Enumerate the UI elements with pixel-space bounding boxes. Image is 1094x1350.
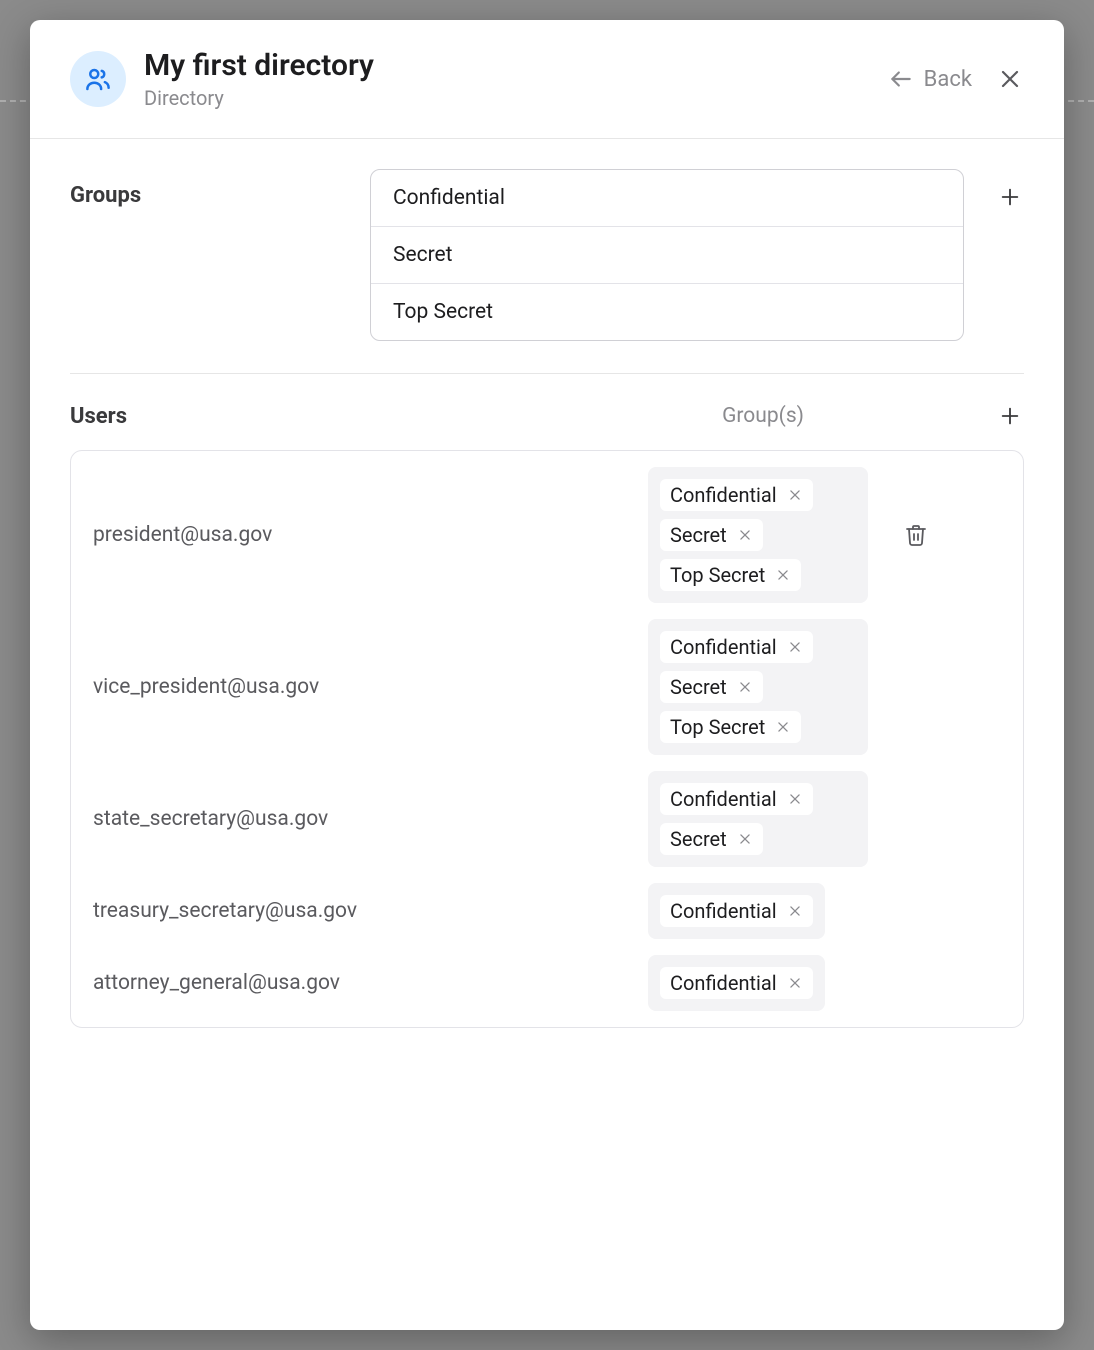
user-groups-panel[interactable]: Confidential Secret Top Secret [648, 619, 868, 755]
close-icon [776, 568, 790, 582]
remove-tag-button[interactable] [737, 831, 753, 847]
group-tag-label: Confidential [670, 483, 777, 507]
group-tag: Top Secret [660, 559, 801, 591]
plus-icon [999, 405, 1021, 427]
groups-section: Groups Confidential Secret Top Secret [70, 169, 1024, 341]
delete-user-button[interactable] [904, 523, 928, 547]
title-block: My first directory Directory [144, 48, 888, 110]
user-row-actions [868, 523, 928, 547]
remove-tag-button[interactable] [775, 719, 791, 735]
close-icon [776, 720, 790, 734]
arrow-left-icon [888, 66, 914, 92]
back-label: Back [924, 67, 972, 92]
remove-tag-button[interactable] [787, 487, 803, 503]
group-tag: Confidential [660, 783, 813, 815]
group-tag: Secret [660, 671, 763, 703]
user-row: attorney_general@usa.gov Confidential [71, 947, 1023, 1019]
group-tag-label: Secret [670, 827, 727, 851]
add-user-button[interactable] [996, 402, 1024, 430]
group-row[interactable]: Top Secret [371, 283, 963, 340]
close-icon [738, 528, 752, 542]
group-tag-label: Confidential [670, 787, 777, 811]
close-button[interactable] [996, 65, 1024, 93]
groups-add-col [964, 169, 1024, 211]
remove-tag-button[interactable] [737, 679, 753, 695]
add-group-button[interactable] [996, 183, 1024, 211]
user-groups-panel[interactable]: Confidential [648, 883, 825, 939]
close-icon [788, 904, 802, 918]
user-row: president@usa.gov Confidential Secret Top S… [71, 459, 1023, 611]
remove-tag-button[interactable] [787, 975, 803, 991]
group-tag-label: Secret [670, 523, 727, 547]
users-section-header: Users Group(s) [70, 402, 1024, 430]
group-tag: Secret [660, 823, 763, 855]
back-button[interactable]: Back [888, 66, 972, 92]
remove-tag-button[interactable] [787, 791, 803, 807]
close-icon [788, 976, 802, 990]
close-icon [788, 640, 802, 654]
plus-icon [999, 186, 1021, 208]
close-icon [738, 680, 752, 694]
group-tag: Top Secret [660, 711, 801, 743]
user-row: state_secretary@usa.gov Confidential Secre… [71, 763, 1023, 875]
group-tag: Secret [660, 519, 763, 551]
groups-column-header: Group(s) [722, 404, 804, 428]
group-tag-label: Top Secret [670, 563, 765, 587]
directory-modal: My first directory Directory Back Group [30, 20, 1064, 1330]
user-row: treasury_secretary@usa.gov Confidential [71, 875, 1023, 947]
modal-body: Groups Confidential Secret Top Secret Us… [30, 139, 1064, 1330]
group-tag-label: Confidential [670, 635, 777, 659]
user-groups-panel[interactable]: Confidential Secret Top Secret [648, 467, 868, 603]
remove-tag-button[interactable] [787, 639, 803, 655]
close-icon [998, 67, 1022, 91]
group-tag: Confidential [660, 895, 813, 927]
group-tag: Confidential [660, 631, 813, 663]
close-icon [788, 488, 802, 502]
remove-tag-button[interactable] [787, 903, 803, 919]
users-add-col [964, 402, 1024, 430]
header-actions: Back [888, 65, 1024, 93]
group-tag-label: Confidential [670, 971, 777, 995]
user-email: treasury_secretary@usa.gov [93, 899, 648, 923]
groups-label: Groups [70, 169, 370, 208]
user-email: attorney_general@usa.gov [93, 971, 648, 995]
group-tag-label: Top Secret [670, 715, 765, 739]
section-divider [70, 373, 1024, 374]
people-icon [83, 64, 113, 94]
group-tag-label: Secret [670, 675, 727, 699]
trash-icon [904, 523, 928, 547]
user-groups-panel[interactable]: Confidential [648, 955, 825, 1011]
groups-listbox: Confidential Secret Top Secret [370, 169, 964, 341]
modal-subtitle: Directory [144, 86, 888, 110]
remove-tag-button[interactable] [737, 527, 753, 543]
users-label: Users [70, 404, 370, 429]
user-groups-panel[interactable]: Confidential Secret [648, 771, 868, 867]
group-tag-label: Confidential [670, 899, 777, 923]
user-email: vice_president@usa.gov [93, 675, 648, 699]
group-row[interactable]: Secret [371, 226, 963, 283]
remove-tag-button[interactable] [775, 567, 791, 583]
user-email: state_secretary@usa.gov [93, 807, 648, 831]
group-row[interactable]: Confidential [371, 170, 963, 226]
modal-title: My first directory [144, 48, 888, 84]
group-tag: Confidential [660, 967, 813, 999]
group-tag: Confidential [660, 479, 813, 511]
modal-header: My first directory Directory Back [30, 20, 1064, 139]
users-list: president@usa.gov Confidential Secret Top S… [70, 450, 1024, 1028]
directory-avatar [70, 51, 126, 107]
close-icon [788, 792, 802, 806]
user-email: president@usa.gov [93, 523, 648, 547]
close-icon [738, 832, 752, 846]
user-row: vice_president@usa.gov Confidential Secret… [71, 611, 1023, 763]
